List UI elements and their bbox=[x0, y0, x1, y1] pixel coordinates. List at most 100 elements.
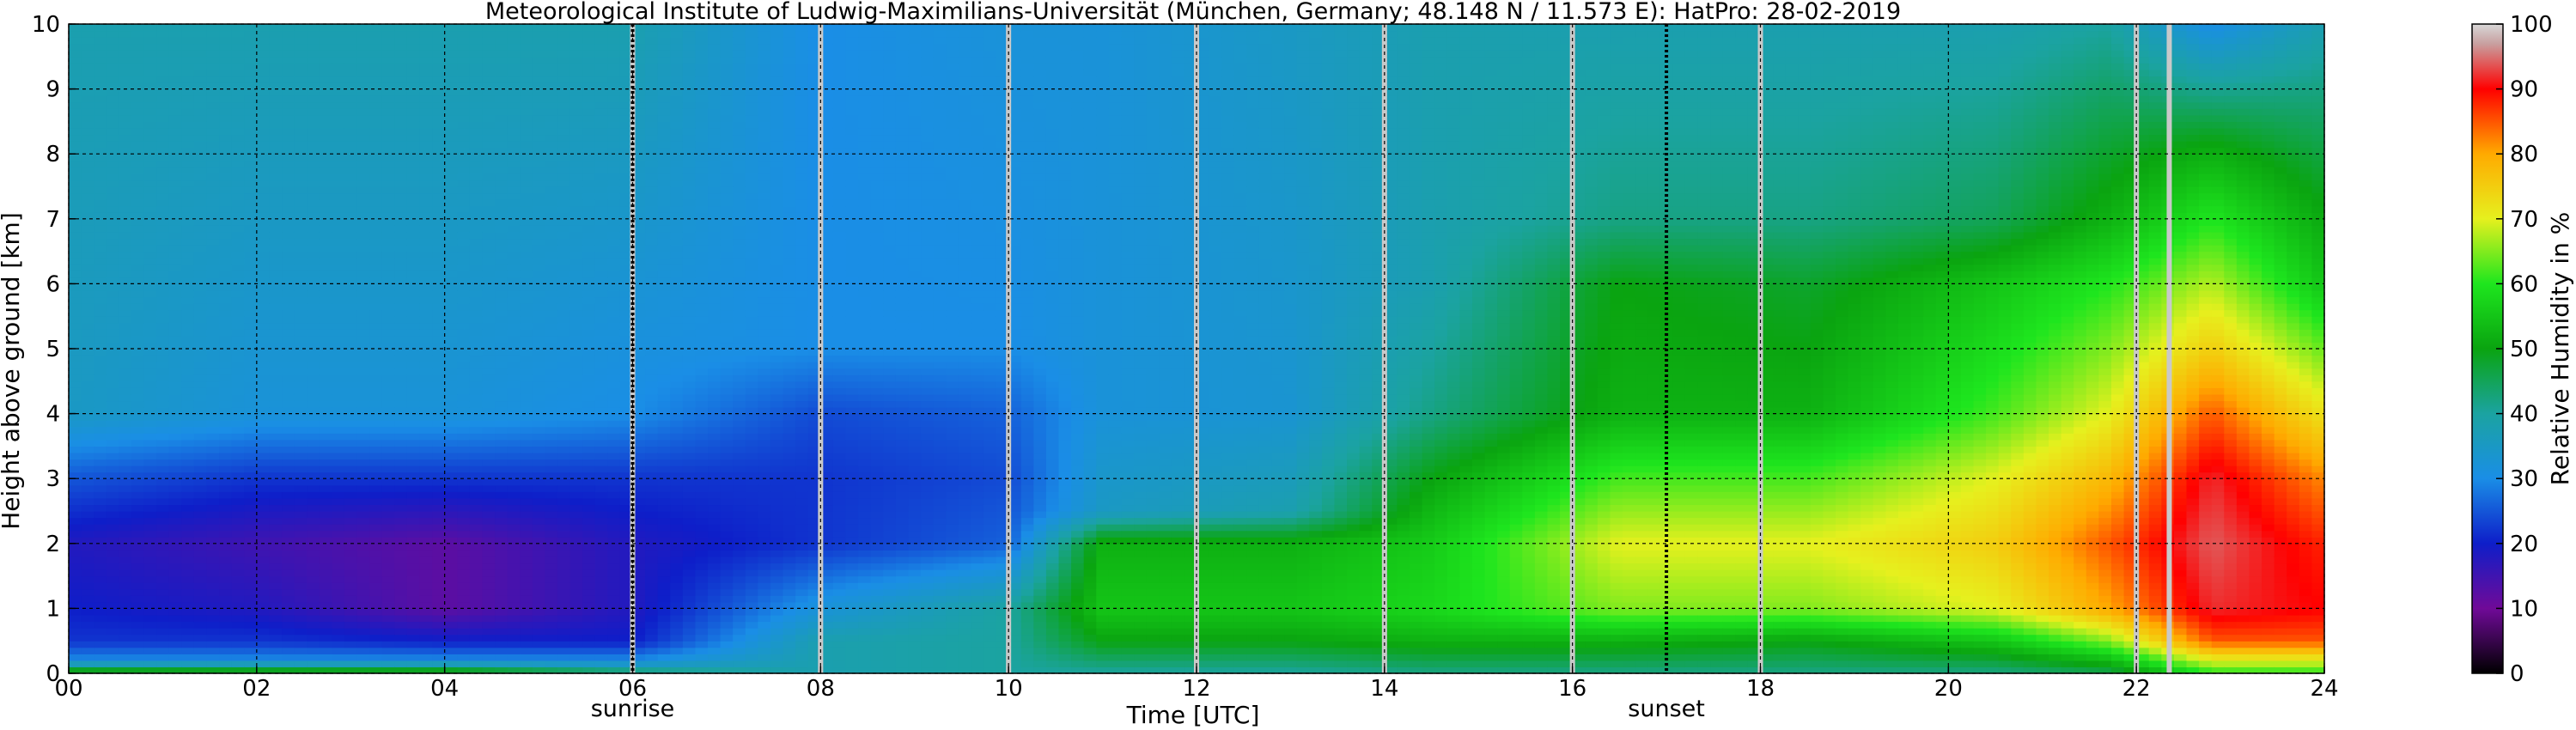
heatmap-cell bbox=[507, 504, 521, 512]
heatmap-cell bbox=[381, 582, 395, 590]
heatmap-cell bbox=[294, 289, 308, 298]
heatmap-cell bbox=[545, 588, 558, 596]
heatmap-cell bbox=[582, 614, 596, 623]
heatmap-cell bbox=[457, 245, 471, 252]
heatmap-cell bbox=[682, 335, 697, 344]
heatmap-cell bbox=[569, 582, 583, 590]
heatmap-cell bbox=[482, 550, 496, 557]
heatmap-cell bbox=[156, 205, 170, 213]
heatmap-cell bbox=[369, 582, 383, 590]
heatmap-cell bbox=[682, 69, 697, 77]
heatmap-cell bbox=[419, 407, 433, 415]
heatmap-cell bbox=[231, 478, 245, 486]
heatmap-cell bbox=[131, 147, 145, 155]
heatmap-cell bbox=[344, 108, 358, 116]
heatmap-cell bbox=[594, 504, 608, 512]
heatmap-cell bbox=[344, 634, 358, 642]
heatmap-cell bbox=[319, 446, 332, 453]
heatmap-cell bbox=[381, 654, 395, 661]
heatmap-cell bbox=[670, 647, 684, 654]
heatmap-cell bbox=[256, 63, 271, 70]
heatmap-cell bbox=[181, 173, 195, 181]
heatmap-cell bbox=[94, 393, 107, 402]
heatmap-cell bbox=[569, 225, 583, 233]
heatmap-cell bbox=[206, 393, 220, 402]
heatmap-cell bbox=[94, 141, 107, 149]
heatmap-cell bbox=[457, 173, 471, 181]
heatmap-cell bbox=[244, 199, 258, 207]
heatmap-cell bbox=[256, 543, 271, 551]
heatmap-cell bbox=[369, 569, 383, 577]
heatmap-cell bbox=[557, 478, 571, 486]
heatmap-cell bbox=[520, 147, 533, 155]
heatmap-cell bbox=[168, 289, 182, 298]
heatmap-cell bbox=[369, 76, 383, 83]
heatmap-cell bbox=[219, 37, 233, 45]
heatmap-cell bbox=[282, 374, 295, 382]
heatmap-cell bbox=[319, 30, 332, 38]
heatmap-cell bbox=[344, 309, 358, 317]
heatmap-cell bbox=[319, 251, 332, 259]
heatmap-cell bbox=[244, 647, 258, 654]
heatmap-cell bbox=[168, 660, 182, 668]
heatmap-cell bbox=[69, 569, 82, 577]
heatmap-cell bbox=[607, 37, 621, 45]
heatmap-cell bbox=[670, 264, 684, 271]
heatmap-cell bbox=[532, 218, 545, 226]
heatmap-cell bbox=[356, 251, 370, 259]
heatmap-cell bbox=[131, 264, 145, 271]
heatmap-cell bbox=[657, 335, 671, 344]
heatmap-cell bbox=[131, 69, 145, 77]
heatmap-cell bbox=[356, 426, 370, 434]
heatmap-cell bbox=[168, 465, 182, 473]
heatmap-cell bbox=[444, 316, 458, 324]
heatmap-cell bbox=[332, 101, 345, 109]
heatmap-cell bbox=[206, 362, 220, 369]
heatmap-cell bbox=[244, 24, 258, 32]
heatmap-cell bbox=[569, 524, 583, 532]
heatmap-cell bbox=[520, 24, 533, 32]
heatmap-cell bbox=[495, 82, 509, 90]
heatmap-cell bbox=[520, 387, 533, 395]
heatmap-cell bbox=[106, 108, 119, 116]
heatmap-cell bbox=[557, 543, 571, 551]
heatmap-cell bbox=[607, 582, 621, 590]
heatmap-cell bbox=[231, 349, 245, 356]
heatmap-cell bbox=[168, 173, 182, 181]
heatmap-cell bbox=[307, 556, 320, 564]
heatmap-cell bbox=[143, 608, 157, 616]
heatmap-cell bbox=[444, 380, 458, 388]
heatmap-cell bbox=[193, 582, 208, 590]
heatmap-cell bbox=[520, 154, 533, 161]
heatmap-cell bbox=[369, 63, 383, 70]
heatmap-cell bbox=[495, 121, 509, 129]
heatmap-cell bbox=[193, 628, 208, 636]
heatmap-cell bbox=[269, 497, 283, 506]
heatmap-cell bbox=[131, 283, 145, 291]
heatmap-cell bbox=[557, 121, 571, 129]
heatmap-cell bbox=[419, 400, 433, 408]
heatmap-cell bbox=[193, 277, 208, 284]
heatmap-cell bbox=[344, 271, 358, 278]
heatmap-cell bbox=[394, 173, 408, 181]
heatmap-cell bbox=[670, 50, 684, 58]
heatmap-cell bbox=[582, 420, 596, 428]
heatmap-cell bbox=[532, 349, 545, 356]
heatmap-cell bbox=[81, 575, 94, 583]
heatmap-cell bbox=[406, 205, 421, 213]
heatmap-cell bbox=[406, 556, 421, 564]
heatmap-cell bbox=[282, 225, 295, 233]
heatmap-cell bbox=[645, 491, 659, 499]
heatmap-cell bbox=[168, 595, 182, 603]
heatmap-cell bbox=[344, 147, 358, 155]
heatmap-cell bbox=[657, 199, 671, 207]
heatmap-cell bbox=[319, 491, 332, 499]
heatmap-cell bbox=[532, 108, 545, 116]
heatmap-cell bbox=[332, 393, 345, 402]
heatmap-cell bbox=[381, 179, 395, 187]
heatmap-cell bbox=[131, 316, 145, 324]
heatmap-cell bbox=[520, 563, 533, 570]
heatmap-cell bbox=[381, 245, 395, 252]
heatmap-cell bbox=[332, 173, 345, 181]
heatmap-cell bbox=[557, 88, 571, 96]
